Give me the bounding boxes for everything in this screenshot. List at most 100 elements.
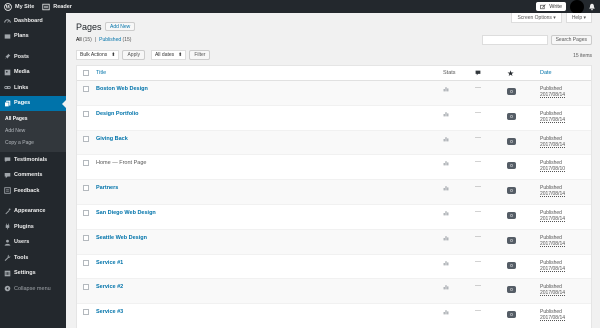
comment-count-badge[interactable]: 0 (507, 88, 516, 95)
comments-icon (4, 172, 11, 179)
no-comments: — (475, 233, 481, 240)
page-title-link[interactable]: Home — Front Page (95, 160, 443, 166)
screen-options-button[interactable]: Screen Options ▾ (511, 13, 562, 23)
comment-count-badge[interactable]: 0 (507, 112, 516, 120)
submenu-add-new[interactable]: Add New (0, 125, 66, 137)
comment-count-badge[interactable]: 0 (507, 311, 516, 319)
comment-count-badge[interactable]: 0 (507, 211, 516, 219)
sidebar-item-links[interactable]: Links (0, 80, 66, 96)
page-title-link[interactable]: Service #3 (95, 309, 443, 315)
stats-icon[interactable] (443, 160, 449, 166)
column-date[interactable]: Date (540, 70, 591, 76)
row-checkbox[interactable] (83, 234, 89, 241)
collapse-icon (4, 285, 11, 292)
sidebar-item-settings[interactable]: Settings (0, 266, 66, 282)
sidebar-item-posts[interactable]: Posts (0, 49, 66, 65)
dates-select[interactable]: All dates ⬍ (150, 50, 187, 60)
stats-icon[interactable] (443, 309, 449, 315)
row-checkbox[interactable] (83, 185, 89, 192)
search-input[interactable] (481, 35, 548, 45)
comment-count-badge[interactable]: 0 (507, 162, 516, 170)
sidebar-item-collapse[interactable]: Collapse menu (0, 281, 66, 297)
sidebar-item-label: Plugins (14, 223, 34, 230)
comment-count-badge[interactable]: 0 (507, 286, 516, 294)
admin-bar: W My Site Reader Write (0, 0, 600, 14)
post-date: 2017/08/14 (540, 240, 566, 247)
stats-icon[interactable] (443, 235, 449, 241)
comment-count-badge[interactable]: 0 (507, 261, 516, 269)
sidebar-item-plans[interactable]: Plans (0, 29, 66, 45)
page-title-link[interactable]: Boston Web Design (95, 86, 443, 92)
sidebar-item-dashboard[interactable]: Dashboard (0, 13, 66, 29)
filter-button[interactable]: Filter (189, 50, 211, 60)
sidebar-item-pages[interactable]: Pages (0, 95, 66, 111)
page-title-link[interactable]: San Diego Web Design (95, 210, 443, 216)
row-checkbox[interactable] (83, 259, 89, 266)
sidebar-item-plugins[interactable]: Plugins (0, 219, 66, 235)
my-site-link[interactable]: W My Site (0, 0, 38, 13)
chevron-down-icon: ⬍ (111, 52, 116, 58)
stats-icon[interactable] (443, 185, 449, 191)
row-checkbox[interactable] (83, 110, 89, 117)
tools-icon (4, 254, 11, 262)
page-title-link[interactable]: Service #2 (95, 284, 443, 290)
comment-count-badge[interactable]: 0 (507, 137, 516, 145)
bulk-actions-select[interactable]: Bulk Actions ⬍ (76, 50, 120, 60)
row-checkbox[interactable] (83, 209, 89, 216)
page-title-link[interactable]: Design Portfolio (95, 111, 443, 117)
search-pages-button[interactable]: Search Pages (550, 35, 592, 45)
column-title[interactable]: Title (95, 70, 443, 76)
page-title-link[interactable]: Partners (95, 185, 443, 191)
plugins-icon (4, 223, 11, 230)
filter-separator: | (94, 37, 97, 43)
sidebar-item-feedback[interactable]: Feedback (0, 183, 66, 199)
sidebar-item-label: Links (14, 84, 29, 91)
stats-icon[interactable] (443, 284, 449, 290)
apply-button[interactable]: Apply (122, 50, 145, 60)
row-checkbox[interactable] (83, 309, 89, 316)
sidebar-item-label: Dashboard (14, 17, 43, 24)
no-comments: — (475, 109, 481, 116)
sidebar-item-label: Pages (14, 100, 31, 107)
submenu-copy-a-page[interactable]: Copy a Page (0, 137, 66, 149)
sidebar-item-users[interactable]: Users (0, 235, 66, 251)
stats-icon[interactable] (443, 86, 449, 92)
comment-count-badge[interactable]: 0 (507, 187, 516, 195)
bell-icon[interactable] (588, 3, 596, 11)
write-button[interactable]: Write (536, 2, 566, 11)
stats-icon[interactable] (443, 111, 449, 117)
stats-icon[interactable] (443, 260, 449, 266)
sidebar-item-comments[interactable]: Comments (0, 168, 66, 184)
filter-all[interactable]: All (15) (76, 37, 92, 43)
stats-icon[interactable] (443, 136, 449, 142)
testimonials-icon (4, 156, 11, 163)
sidebar-item-testimonials[interactable]: Testimonials (0, 152, 66, 168)
avatar[interactable] (570, 0, 584, 14)
table-row: Design Portfolio —0 Published 2017/08/14 (77, 105, 591, 131)
comment-count-badge[interactable]: 0 (507, 236, 516, 244)
sidebar-item-media[interactable]: Media (0, 65, 66, 81)
post-date: 2017/08/14 (540, 215, 566, 222)
write-icon (540, 3, 546, 9)
chevron-down-icon: ⬍ (178, 52, 183, 58)
reader-link[interactable]: Reader (38, 0, 76, 13)
add-new-button[interactable]: Add New (105, 22, 136, 31)
row-checkbox[interactable] (83, 284, 89, 291)
star-icon: ★ (507, 68, 515, 78)
row-checkbox[interactable] (83, 135, 89, 142)
submenu-all-pages[interactable]: All Pages (0, 113, 66, 125)
sidebar-item-appearance[interactable]: Appearance (0, 204, 66, 220)
admin-sidebar: Dashboard Plans Posts Media Links Pages … (0, 13, 66, 328)
page-title-link[interactable]: Giving Back (95, 136, 443, 142)
dashboard-icon (4, 17, 11, 24)
page-title-link[interactable]: Seattle Web Design (95, 235, 443, 241)
page-title-link[interactable]: Service #1 (95, 260, 443, 266)
media-icon (4, 69, 11, 76)
select-all-checkbox[interactable] (83, 70, 89, 76)
filter-published[interactable]: Published (15) (99, 37, 131, 43)
sidebar-item-tools[interactable]: Tools (0, 250, 66, 266)
row-checkbox[interactable] (83, 86, 89, 92)
stats-icon[interactable] (443, 210, 449, 216)
row-checkbox[interactable] (83, 160, 89, 167)
help-button[interactable]: Help ▾ (565, 13, 592, 23)
